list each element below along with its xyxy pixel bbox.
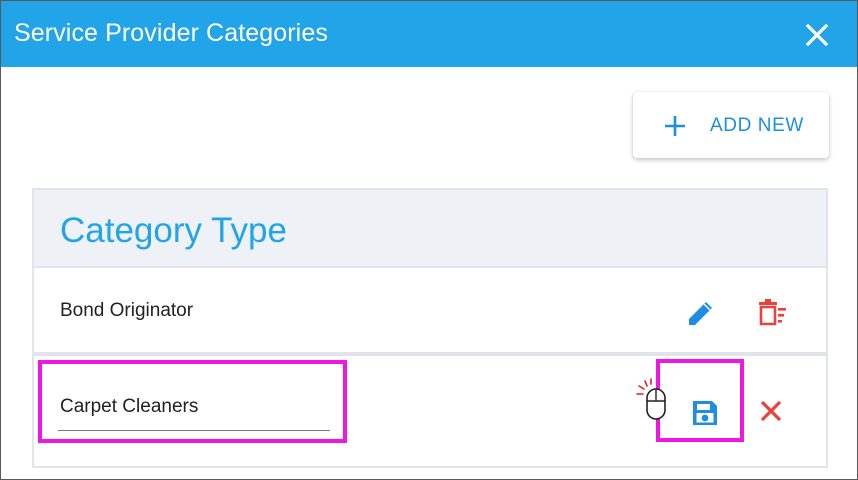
- delete-icon: [759, 299, 786, 326]
- table-row: Bond Originator: [34, 268, 826, 356]
- dialog: Service Provider Categories ADD NEW Cate…: [0, 0, 858, 480]
- add-new-button[interactable]: ADD NEW: [633, 92, 829, 158]
- category-label: Bond Originator: [60, 300, 194, 321]
- close-button[interactable]: [801, 19, 833, 51]
- save-icon: [693, 401, 717, 425]
- table-row-editing: [34, 356, 826, 466]
- mouse-click-icon: [636, 378, 666, 420]
- cancel-icon: [760, 400, 782, 422]
- category-table: Category Type Bond Originator: [32, 188, 828, 468]
- dialog-title: Service Provider Categories: [14, 19, 328, 47]
- edit-icon: [689, 302, 712, 325]
- edit-button[interactable]: [684, 296, 718, 330]
- delete-button[interactable]: [754, 296, 788, 330]
- category-name-input[interactable]: [58, 384, 330, 431]
- cancel-button[interactable]: [756, 396, 786, 426]
- dialog-titlebar: Service Provider Categories: [1, 1, 857, 67]
- add-new-label: ADD NEW: [710, 115, 804, 136]
- close-icon: [805, 23, 829, 47]
- table-header: Category Type: [34, 190, 826, 268]
- save-button[interactable]: [688, 396, 722, 430]
- column-header-category-type: Category Type: [60, 211, 287, 250]
- plus-icon: [665, 116, 685, 136]
